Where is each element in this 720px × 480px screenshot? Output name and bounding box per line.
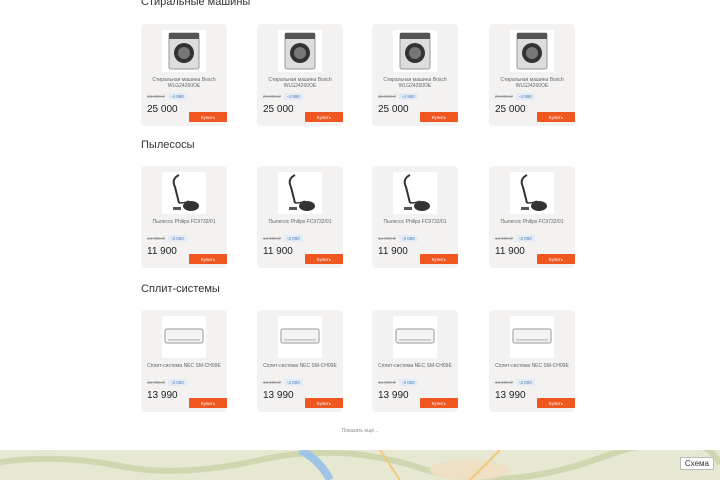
buy-button[interactable]: Купить	[420, 112, 458, 122]
product-price: 13 990	[263, 390, 294, 401]
discount-badge: -3 000	[168, 379, 187, 386]
product-card[interactable]: Пылесос Philips FC9732/01 14 990 ₽ -3 09…	[141, 166, 227, 268]
discount-badge: -3 090	[284, 235, 303, 242]
product-name[interactable]: Пылесос Philips FC9732/01	[263, 219, 337, 225]
discount-badge: -3 090	[399, 235, 418, 242]
old-price: 16 990 ₽	[378, 380, 396, 385]
discount-badge: -4 990	[516, 93, 535, 100]
vacuum-image	[162, 172, 206, 214]
map-scheme-button[interactable]: Схема	[679, 457, 714, 470]
product-card[interactable]: Пылесос Philips FC9732/01 14 990 ₽ -3 09…	[372, 166, 458, 268]
map[interactable]: Схема	[0, 450, 720, 480]
product-card[interactable]: Сплит-система NEC SM-CH09E 16 990 ₽ -3 0…	[257, 310, 343, 412]
discount-badge: -3 000	[516, 379, 535, 386]
buy-button[interactable]: Купить	[189, 398, 227, 408]
discount-badge: -4 990	[399, 93, 418, 100]
old-price: 29 990 ₽	[263, 94, 281, 99]
washing-machine-image	[393, 30, 437, 72]
vacuum-image	[393, 172, 437, 214]
product-card[interactable]: Пылесос Philips FC9732/01 14 990 ₽ -3 09…	[257, 166, 343, 268]
washing-machine-image	[162, 30, 206, 72]
product-name[interactable]: Сплит-система NEC SM-CH09E	[263, 363, 337, 369]
old-price: 29 990 ₽	[378, 94, 396, 99]
buy-button[interactable]: Купить	[305, 398, 343, 408]
product-price: 25 000	[263, 104, 294, 115]
buy-button[interactable]: Купить	[305, 254, 343, 264]
buy-button[interactable]: Купить	[189, 254, 227, 264]
air-conditioner-image	[278, 316, 322, 358]
old-price: 29 990 ₽	[147, 94, 165, 99]
old-price: 14 990 ₽	[495, 236, 513, 241]
old-price: 16 990 ₽	[263, 380, 281, 385]
product-name[interactable]: Сплит-система NEC SM-CH09E	[378, 363, 452, 369]
old-price: 29 990 ₽	[495, 94, 513, 99]
old-price: 16 990 ₽	[495, 380, 513, 385]
product-price: 11 900	[495, 246, 525, 257]
product-card[interactable]: Стиральная машина Bosch WLG24260OE 29 99…	[141, 24, 227, 126]
product-price: 13 990	[147, 390, 178, 401]
buy-button[interactable]: Купить	[537, 398, 575, 408]
old-price: 16 990 ₽	[147, 380, 165, 385]
discount-badge: -3 000	[284, 379, 303, 386]
product-name[interactable]: Стиральная машина Bosch WLG24260OE	[263, 77, 337, 89]
old-price: 14 990 ₽	[147, 236, 165, 241]
product-name[interactable]: Пылесос Philips FC9732/01	[147, 219, 221, 225]
vacuum-image	[510, 172, 554, 214]
product-card[interactable]: Стиральная машина Bosch WLG24260OE 29 99…	[257, 24, 343, 126]
buy-button[interactable]: Купить	[420, 254, 458, 264]
product-card[interactable]: Стиральная машина Bosch WLG24260OE 29 99…	[489, 24, 575, 126]
air-conditioner-image	[510, 316, 554, 358]
product-name[interactable]: Сплит-система NEC SM-CH09E	[495, 363, 569, 369]
old-price: 14 990 ₽	[263, 236, 281, 241]
buy-button[interactable]: Купить	[305, 112, 343, 122]
buy-button[interactable]: Купить	[189, 112, 227, 122]
product-name[interactable]: Стиральная машина Bosch WLG24260OE	[495, 77, 569, 89]
product-price: 25 000	[495, 104, 526, 115]
old-price: 14 990 ₽	[378, 236, 396, 241]
section-title-vacuums: Пылесосы	[141, 139, 195, 151]
washing-machine-image	[510, 30, 554, 72]
product-card[interactable]: Сплит-система NEC SM-CH09E 16 990 ₽ -3 0…	[372, 310, 458, 412]
product-price: 11 900	[378, 246, 408, 257]
product-price: 25 000	[147, 104, 178, 115]
product-price: 13 990	[495, 390, 526, 401]
product-name[interactable]: Стиральная машина Bosch WLG24260OE	[378, 77, 452, 89]
show-more-link[interactable]: Показать ещё...	[0, 428, 720, 434]
buy-button[interactable]: Купить	[420, 398, 458, 408]
discount-badge: -3 000	[399, 379, 418, 386]
product-price: 13 990	[378, 390, 409, 401]
product-card[interactable]: Стиральная машина Bosch WLG24260OE 29 99…	[372, 24, 458, 126]
product-price: 11 900	[147, 246, 177, 257]
buy-button[interactable]: Купить	[537, 112, 575, 122]
product-card[interactable]: Пылесос Philips FC9732/01 14 990 ₽ -3 09…	[489, 166, 575, 268]
product-name[interactable]: Пылесос Philips FC9732/01	[495, 219, 569, 225]
product-name[interactable]: Пылесос Philips FC9732/01	[378, 219, 452, 225]
product-name[interactable]: Сплит-система NEC SM-CH09E	[147, 363, 221, 369]
product-name[interactable]: Стиральная машина Bosch WLG24260OE	[147, 77, 221, 89]
product-card[interactable]: Сплит-система NEC SM-CH09E 16 990 ₽ -3 0…	[141, 310, 227, 412]
air-conditioner-image	[393, 316, 437, 358]
map-terrain	[0, 450, 720, 480]
product-price: 25 000	[378, 104, 409, 115]
discount-badge: -3 090	[168, 235, 187, 242]
discount-badge: -3 090	[516, 235, 535, 242]
section-title-split-systems: Сплит-системы	[141, 283, 220, 295]
discount-badge: -4 990	[168, 93, 187, 100]
air-conditioner-image	[162, 316, 206, 358]
section-title-washers: Стиральные машины	[141, 0, 251, 8]
discount-badge: -4 990	[284, 93, 303, 100]
product-card[interactable]: Сплит-система NEC SM-CH09E 16 990 ₽ -3 0…	[489, 310, 575, 412]
vacuum-image	[278, 172, 322, 214]
washing-machine-image	[278, 30, 322, 72]
product-price: 11 900	[263, 246, 293, 257]
buy-button[interactable]: Купить	[537, 254, 575, 264]
